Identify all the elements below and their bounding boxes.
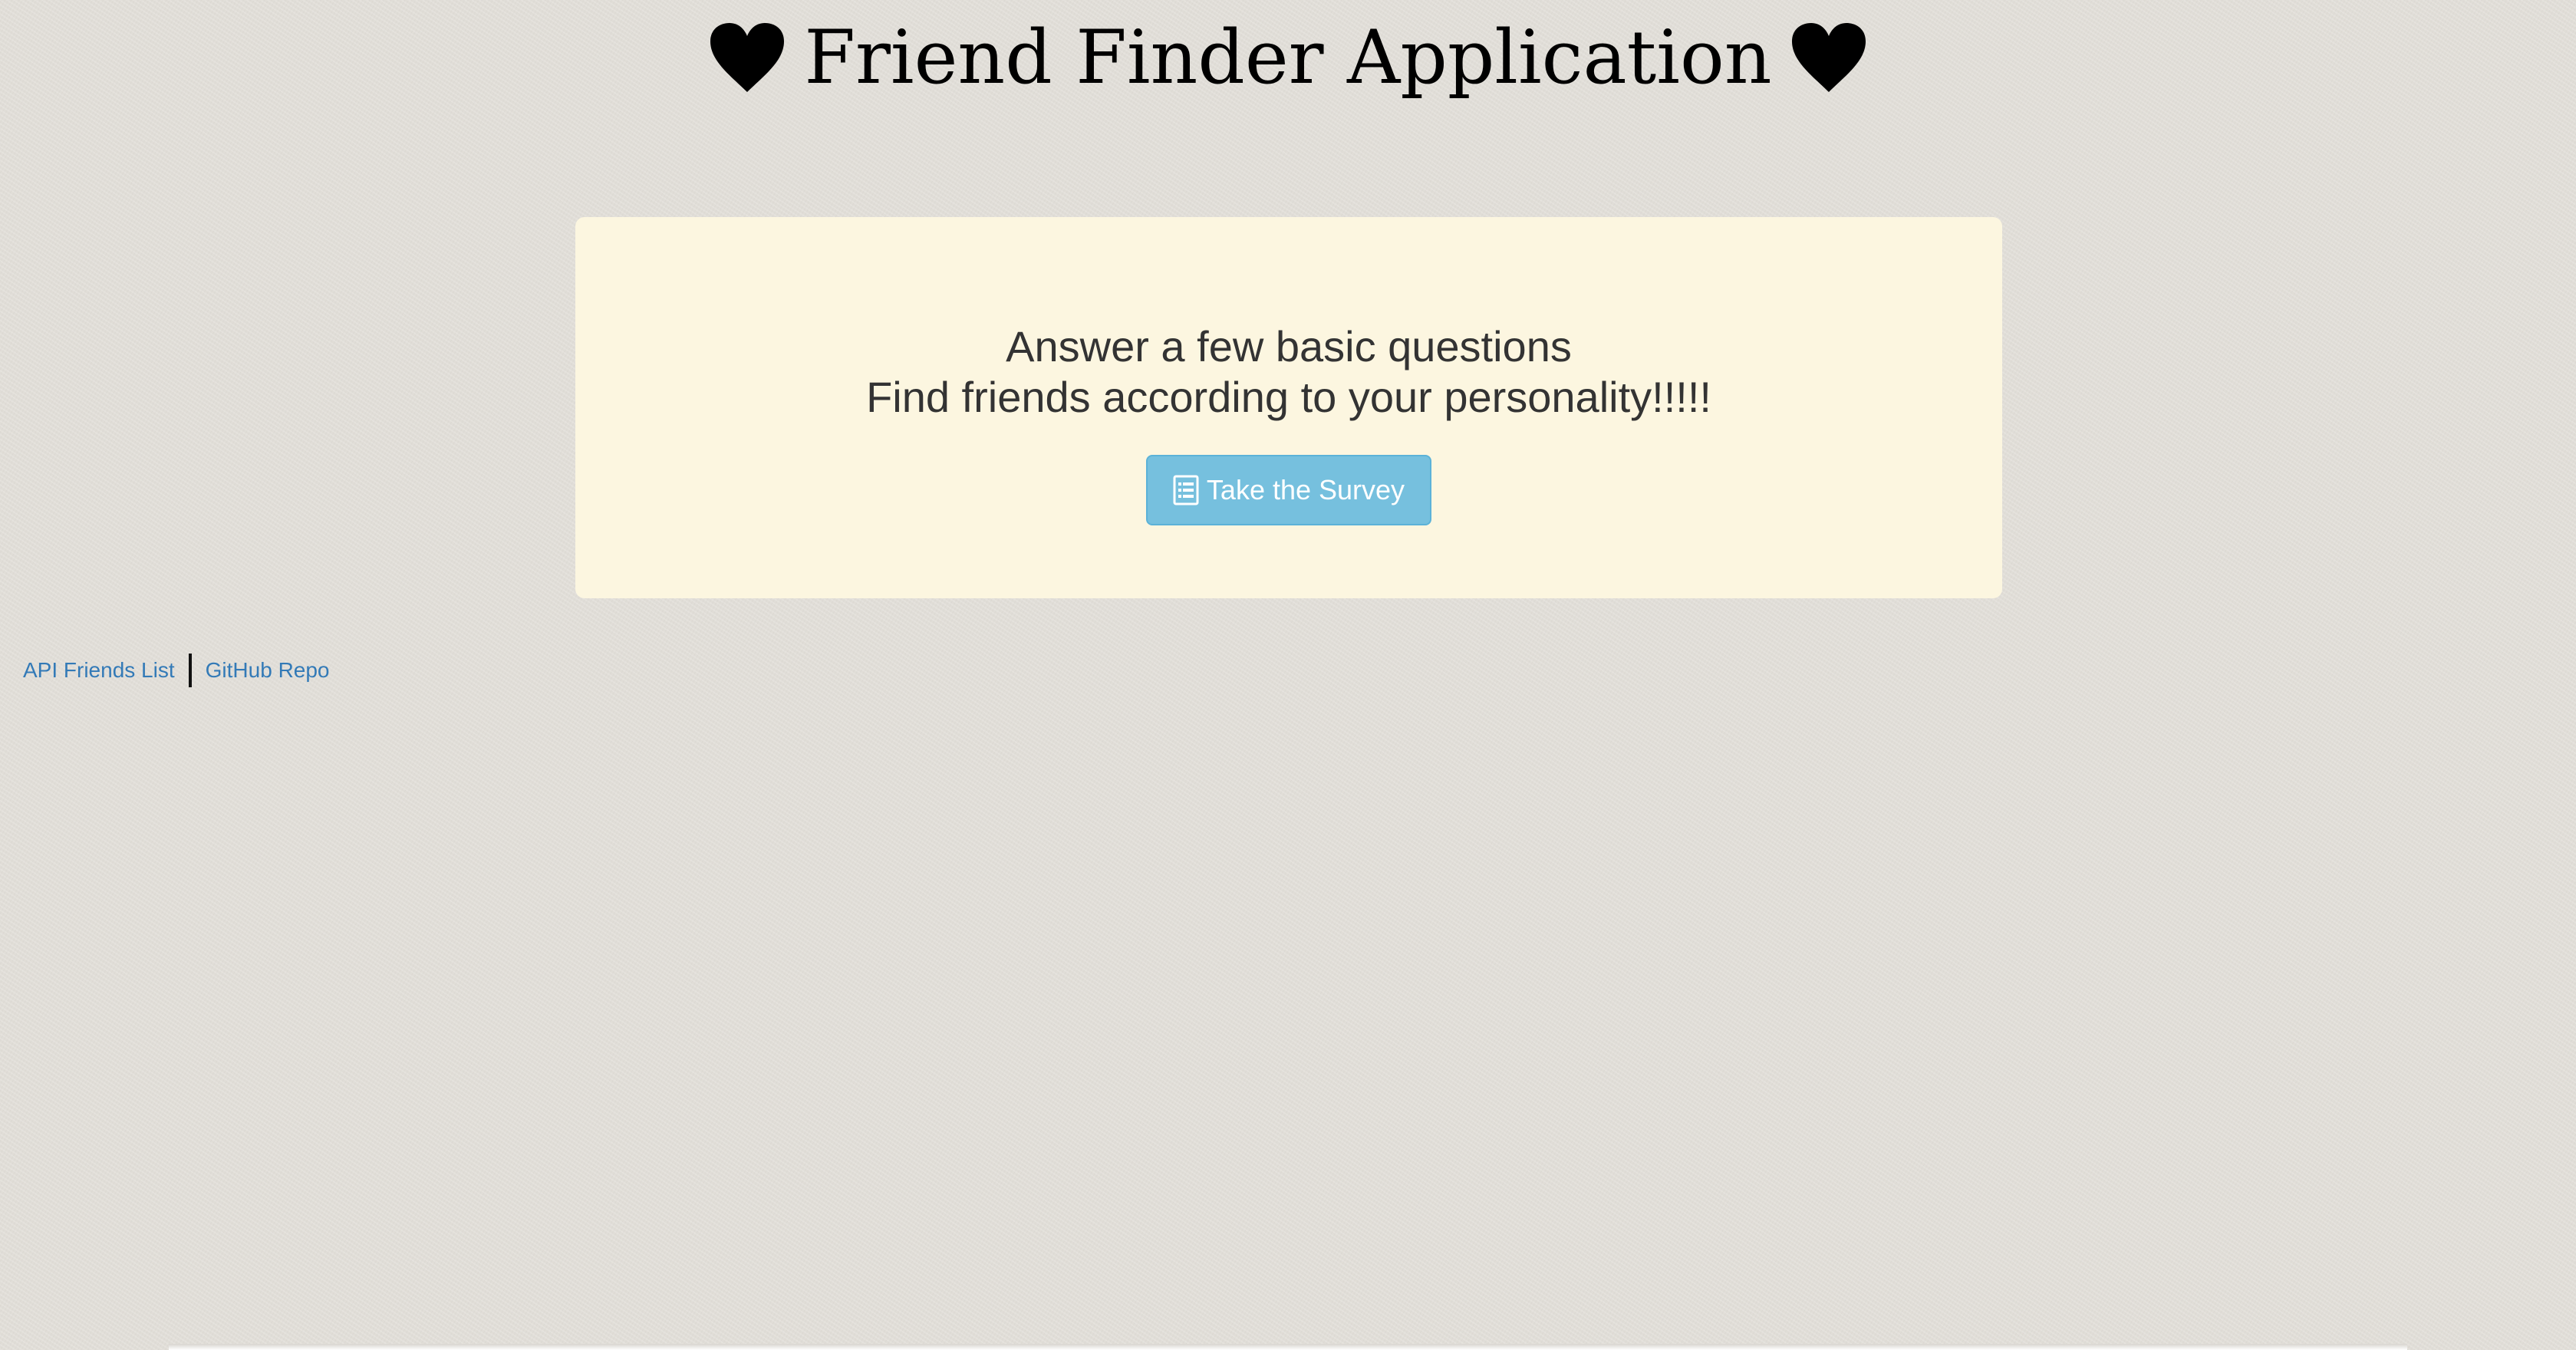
api-friends-list-link[interactable]: API Friends List <box>23 658 175 683</box>
link-divider <box>188 654 192 687</box>
footer-links: API Friends List GitHub Repo <box>23 654 330 687</box>
page-header: Friend Finder Application <box>0 14 2576 102</box>
tagline-line-1: Answer a few basic questions <box>1006 322 1572 370</box>
take-survey-button[interactable]: Take the Survey <box>1146 455 1431 525</box>
github-repo-link[interactable]: GitHub Repo <box>206 658 330 683</box>
page-title: Friend Finder Application <box>804 15 1772 100</box>
heart-icon <box>710 22 785 92</box>
tagline: Answer a few basic questions Find friend… <box>866 321 1711 423</box>
jumbotron-panel: Answer a few basic questions Find friend… <box>575 217 2002 598</box>
take-survey-label: Take the Survey <box>1206 474 1405 505</box>
bottom-edge <box>169 1344 2407 1350</box>
heart-icon <box>1791 22 1866 92</box>
list-alt-icon <box>1173 475 1199 505</box>
tagline-line-2: Find friends according to your personali… <box>866 373 1711 421</box>
